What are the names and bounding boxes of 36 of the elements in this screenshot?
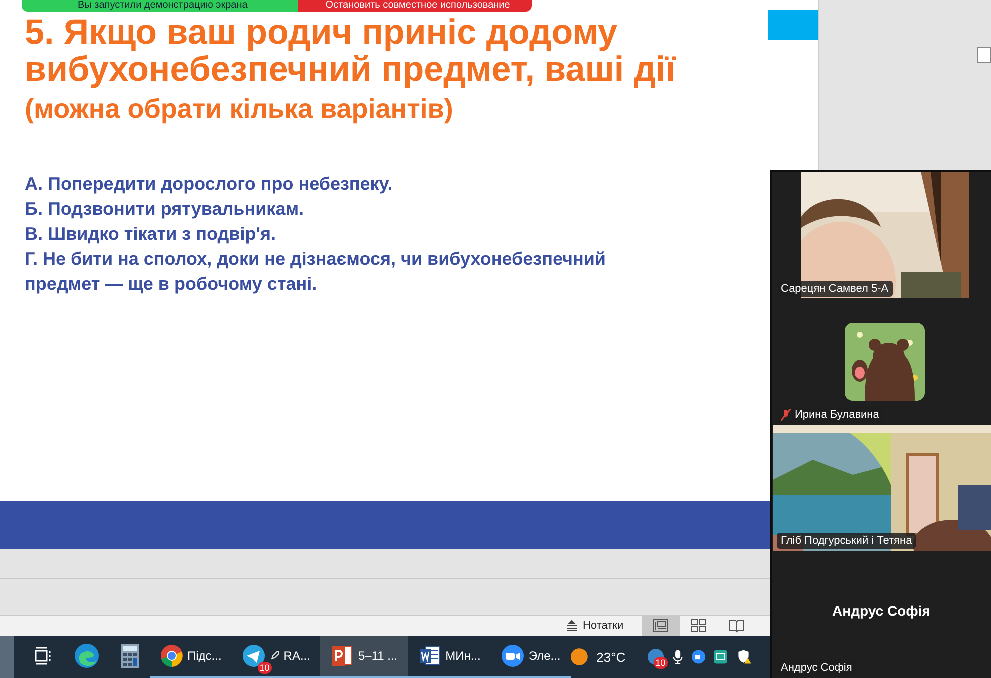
notification-badge: 10	[654, 657, 668, 669]
scrollbar-thumb[interactable]	[977, 47, 991, 63]
notes-button[interactable]: Нотатки	[566, 620, 634, 632]
chrome-taskbar-button[interactable]: Підс...	[150, 636, 232, 678]
book-icon	[728, 619, 745, 633]
video-app-icon[interactable]	[692, 649, 706, 665]
zoom-taskbar-button[interactable]: Эле...	[490, 636, 571, 678]
shield-warning-icon[interactable]	[736, 648, 752, 666]
screen-icon[interactable]	[714, 649, 728, 665]
participant-display-name: Андрус Софія	[832, 603, 932, 619]
answer-option: В. Швидко тікати з подвір'я.	[25, 222, 685, 247]
normal-view-button[interactable]	[642, 616, 680, 636]
normal-view-icon	[652, 619, 669, 633]
answer-option: Г. Не бити на сполох, доки не дізнаємося, чи вибухонебезпечний предмет — ще в робочому стані.	[25, 247, 685, 297]
word-taskbar-button[interactable]: МИн...	[408, 636, 491, 678]
powerpoint-taskbar-button[interactable]: 5–11 ...	[320, 636, 408, 678]
notes-icon	[566, 620, 578, 632]
temperature: 23°C	[596, 650, 626, 664]
microphone-icon[interactable]	[672, 648, 683, 666]
word-icon	[418, 644, 442, 668]
answer-option: Б. Подзвонити рятувальникам.	[25, 197, 685, 222]
video-app-icon	[500, 644, 525, 668]
chrome-icon	[160, 644, 184, 668]
calculator-icon	[120, 643, 140, 669]
sun-icon	[570, 647, 588, 667]
answer-option: А. Попередити дорослого про небезпеку.	[25, 172, 685, 197]
stop-sharing-button[interactable]: Остановить совместное использование	[298, 0, 532, 12]
notification-badge: 10	[258, 662, 272, 674]
slide-title: 5. Якщо ваш родич приніс додому вибухонебезпечний предмет, ваші дії (можна обрати кілька варіантів)	[25, 14, 678, 126]
sharing-status: Вы запустили демонстрацию экрана	[22, 0, 298, 12]
powerpoint-icon	[330, 644, 354, 668]
slide-accent	[768, 10, 818, 40]
task-view-icon	[34, 647, 54, 665]
grid-icon	[690, 619, 707, 633]
participant-name: Гліб Подгурський і Тетяна	[777, 533, 916, 549]
browser-icon	[74, 643, 100, 669]
